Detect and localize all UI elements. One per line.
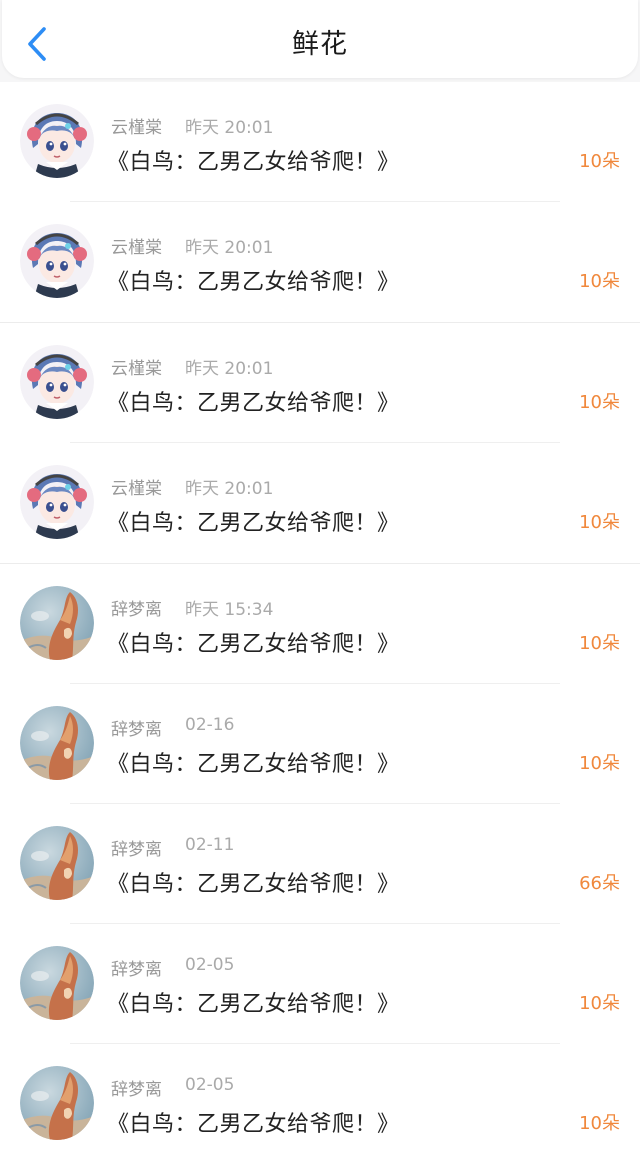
avatar[interactable] [20, 224, 94, 298]
list-item[interactable]: 云槿棠 昨天 20:01 《白鸟：乙男乙女给爷爬！》 10朵 [0, 82, 640, 202]
timestamp: 02-05 [185, 955, 235, 975]
flower-count: 10朵 [579, 271, 620, 292]
user-name: 云槿棠 [111, 479, 162, 499]
flower-count: 10朵 [579, 993, 620, 1014]
user-name: 云槿棠 [111, 238, 162, 258]
list-item[interactable]: 云槿棠 昨天 20:01 《白鸟：乙男乙女给爷爬！》 10朵 [0, 202, 640, 323]
user-name: 云槿棠 [111, 118, 162, 138]
avatar[interactable] [20, 586, 94, 660]
timestamp: 昨天 15:34 [185, 600, 274, 620]
flower-count: 10朵 [579, 1113, 620, 1134]
list-item[interactable]: 辞梦离 02-05 《白鸟：乙男乙女给爷爬！》 10朵 [0, 924, 640, 1044]
list-item[interactable]: 辞梦离 02-11 《白鸟：乙男乙女给爷爬！》 66朵 [0, 804, 640, 924]
book-title: 《白鸟：乙男乙女给爷爬！》 [107, 150, 400, 175]
flower-count: 10朵 [579, 151, 620, 172]
avatar[interactable] [20, 946, 94, 1020]
timestamp: 02-16 [185, 715, 235, 735]
list-item[interactable]: 辞梦离 02-16 《白鸟：乙男乙女给爷爬！》 10朵 [0, 684, 640, 804]
avatar[interactable] [20, 1066, 94, 1140]
flower-count: 10朵 [579, 392, 620, 413]
book-title: 《白鸟：乙男乙女给爷爬！》 [107, 1112, 400, 1137]
user-name: 辞梦离 [111, 960, 162, 980]
book-title: 《白鸟：乙男乙女给爷爬！》 [107, 752, 400, 777]
page-title: 鲜花 [292, 29, 348, 60]
flower-count: 66朵 [579, 873, 620, 894]
user-name: 辞梦离 [111, 720, 162, 740]
avatar[interactable] [20, 104, 94, 178]
flower-count: 10朵 [579, 512, 620, 533]
timestamp: 02-11 [185, 835, 235, 855]
book-title: 《白鸟：乙男乙女给爷爬！》 [107, 632, 400, 657]
avatar[interactable] [20, 826, 94, 900]
top-bar: 鲜花 [2, 0, 638, 78]
user-name: 辞梦离 [111, 840, 162, 860]
timestamp: 昨天 20:01 [185, 238, 274, 258]
timestamp: 昨天 20:01 [185, 118, 274, 138]
book-title: 《白鸟：乙男乙女给爷爬！》 [107, 511, 400, 536]
list-item[interactable]: 辞梦离 昨天 15:34 《白鸟：乙男乙女给爷爬！》 10朵 [0, 564, 640, 684]
list-item[interactable]: 云槿棠 昨天 20:01 《白鸟：乙男乙女给爷爬！》 10朵 [0, 323, 640, 443]
flower-record-list: 云槿棠 昨天 20:01 《白鸟：乙男乙女给爷爬！》 10朵 云槿棠 昨天 20… [0, 82, 640, 1164]
timestamp: 昨天 20:01 [185, 359, 274, 379]
book-title: 《白鸟：乙男乙女给爷爬！》 [107, 992, 400, 1017]
avatar[interactable] [20, 345, 94, 419]
list-item[interactable]: 云槿棠 昨天 20:01 《白鸟：乙男乙女给爷爬！》 10朵 [0, 443, 640, 564]
user-name: 辞梦离 [111, 600, 162, 620]
flower-count: 10朵 [579, 753, 620, 774]
user-name: 云槿棠 [111, 359, 162, 379]
avatar[interactable] [20, 465, 94, 539]
book-title: 《白鸟：乙男乙女给爷爬！》 [107, 872, 400, 897]
list-item[interactable]: 辞梦离 02-05 《白鸟：乙男乙女给爷爬！》 10朵 [0, 1044, 640, 1164]
timestamp: 昨天 20:01 [185, 479, 274, 499]
avatar[interactable] [20, 706, 94, 780]
timestamp: 02-05 [185, 1075, 235, 1095]
user-name: 辞梦离 [111, 1080, 162, 1100]
flower-count: 10朵 [579, 633, 620, 654]
book-title: 《白鸟：乙男乙女给爷爬！》 [107, 270, 400, 295]
book-title: 《白鸟：乙男乙女给爷爬！》 [107, 391, 400, 416]
